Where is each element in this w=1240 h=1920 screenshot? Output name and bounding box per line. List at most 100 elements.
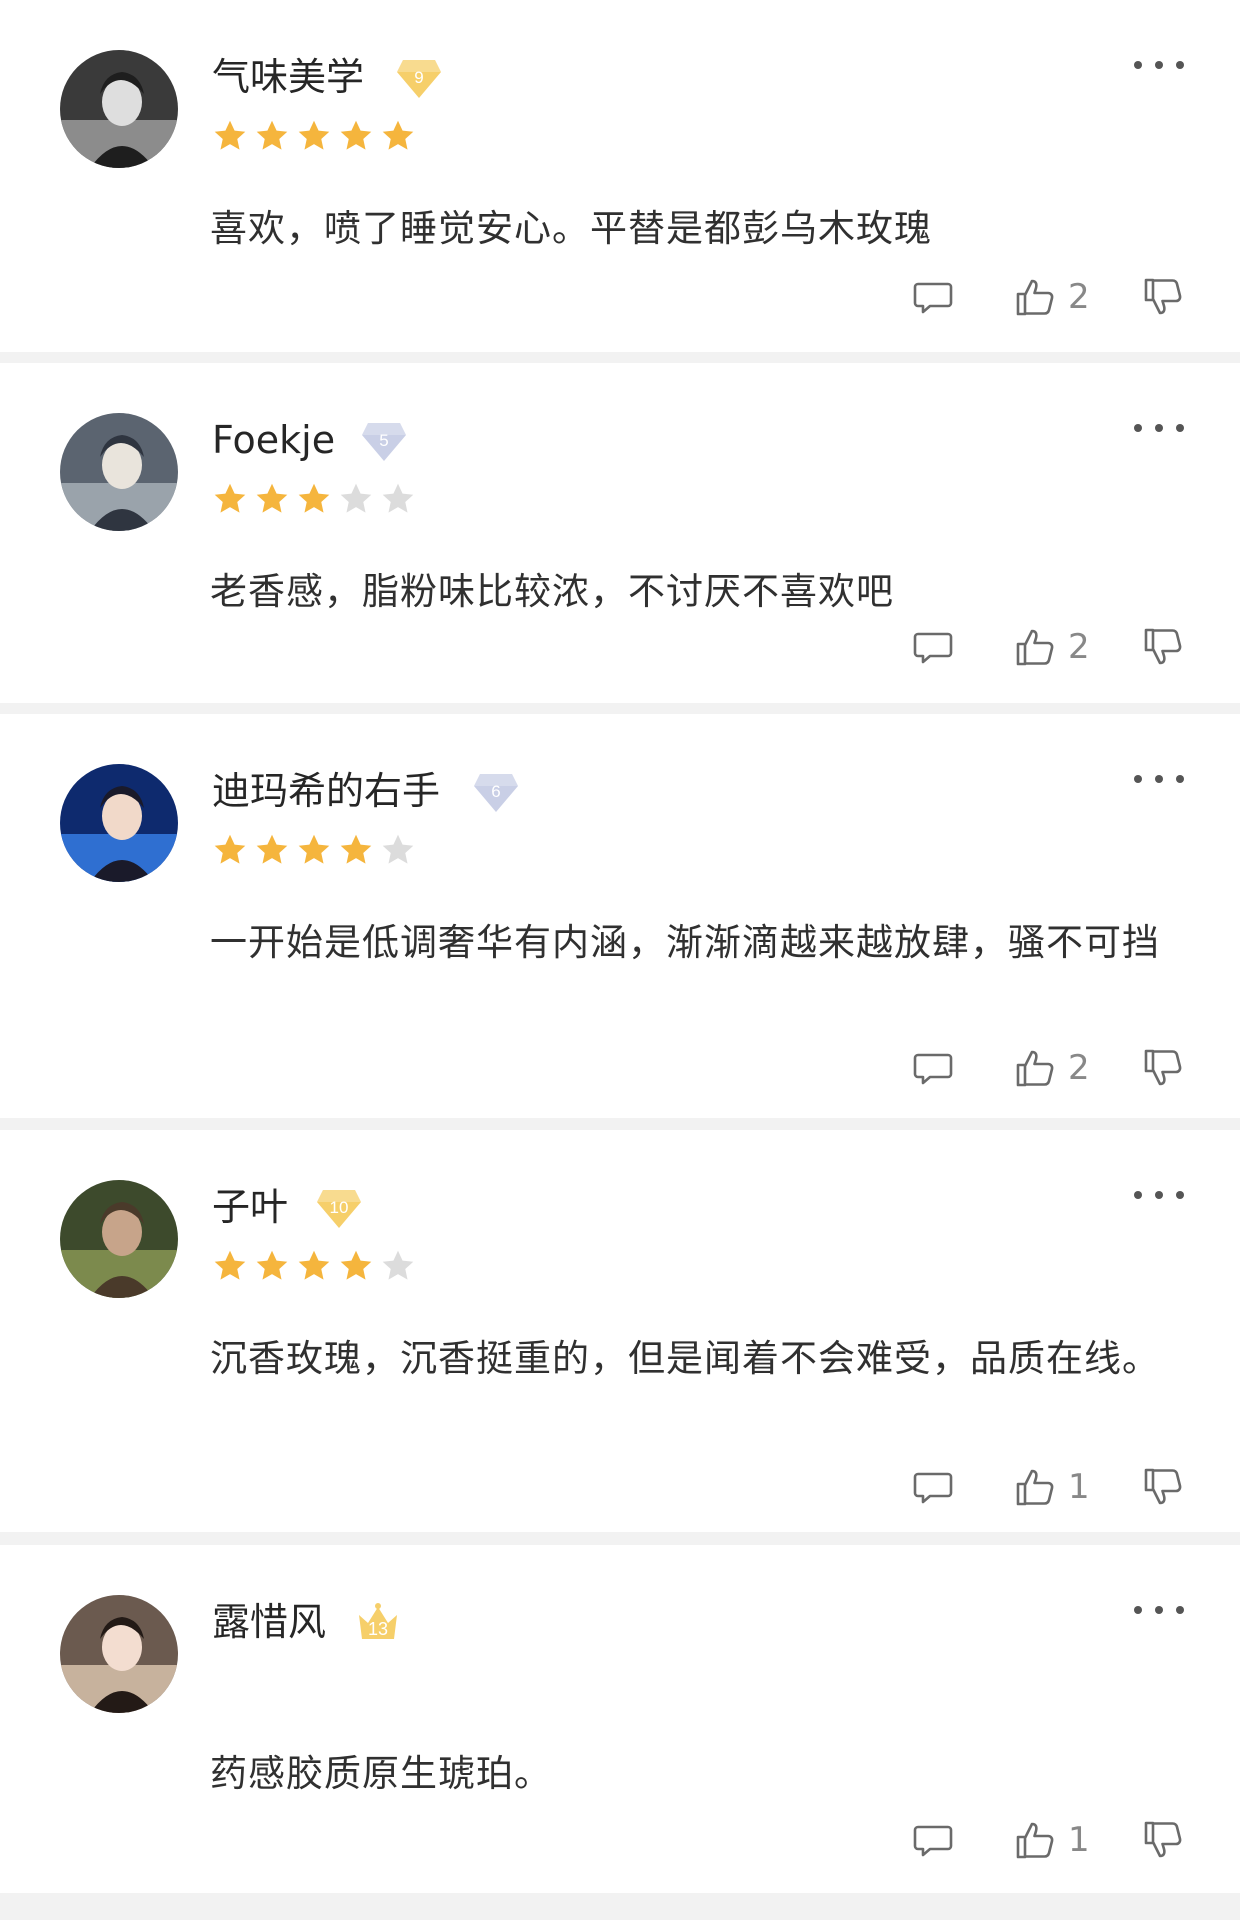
star-filled-icon [256,483,288,513]
thumbs-up-icon [1016,629,1054,666]
comment-icon [913,1825,953,1857]
level-badge-icon: 13 [354,1601,402,1645]
thumbs-down-icon [1144,1821,1182,1858]
level-number: 6 [491,782,500,801]
star-filled-icon [382,120,414,150]
dislike-button[interactable] [1142,626,1184,668]
comment-icon [913,1053,953,1085]
avatar[interactable] [60,1595,178,1713]
star-filled-icon [340,834,372,864]
more-dot [1134,1606,1142,1614]
level-badge-icon: 6 [472,770,520,814]
review-actions: 2 [912,622,1184,672]
more-options-button[interactable] [1134,1180,1184,1210]
star-filled-icon [214,834,246,864]
comment-button[interactable] [912,626,954,668]
like-button[interactable]: 2 [1014,1047,1092,1089]
more-options-button[interactable] [1134,764,1184,794]
more-dot [1176,1606,1184,1614]
more-dot [1134,61,1142,69]
username[interactable]: 子叶 [212,1182,288,1232]
like-button[interactable]: 2 [1014,276,1092,318]
star-filled-icon [214,483,246,513]
comment-button[interactable] [912,276,954,318]
like-count: 2 [1068,277,1090,317]
comment-button[interactable] [912,1466,954,1508]
username[interactable]: 气味美学 [212,52,364,102]
more-options-button[interactable] [1134,413,1184,443]
username[interactable]: 露惜风 [212,1597,326,1647]
level-badge-icon: 10 [315,1186,363,1230]
like-count: 2 [1068,1048,1090,1088]
review-text: 沉香玫瑰，沉香挺重的，但是闻着不会难受，品质在线。 [210,1337,1160,1380]
more-options-button[interactable] [1134,50,1184,80]
star-filled-icon [256,120,288,150]
level-number: 10 [330,1198,349,1217]
more-dot [1155,775,1163,783]
thumbs-down-icon [1144,1049,1182,1086]
rating-stars [212,118,416,158]
like-count: 1 [1068,1820,1090,1860]
avatar[interactable] [60,50,178,168]
comment-icon [913,632,953,664]
more-dot [1155,61,1163,69]
star-empty-icon [382,483,414,513]
avatar[interactable] [60,1180,178,1298]
level-number: 9 [414,68,423,87]
like-button[interactable]: 1 [1014,1819,1092,1861]
review-text: 喜欢，喷了睡觉安心。平替是都彭乌木玫瑰 [210,207,932,250]
dislike-button[interactable] [1142,1047,1184,1089]
comment-button[interactable] [912,1047,954,1089]
avatar[interactable] [60,764,178,882]
dislike-button[interactable] [1142,276,1184,318]
more-dot [1176,775,1184,783]
like-count: 1 [1068,1467,1090,1507]
comment-icon [913,282,953,314]
review-text: 老香感，脂粉味比较浓，不讨厌不喜欢吧 [210,570,894,613]
dislike-button[interactable] [1142,1819,1184,1861]
more-dot [1155,1191,1163,1199]
username[interactable]: 迪玛希的右手 [212,766,440,816]
comment-icon [913,1472,953,1504]
rating-stars [212,1248,416,1288]
more-dot [1134,1191,1142,1199]
username[interactable]: Foekje [212,415,335,465]
level-badge-icon: 5 [360,419,408,463]
star-filled-icon [214,120,246,150]
more-dot [1176,61,1184,69]
review-card: 迪玛希的右手 6 一开始是低调奢华有内涵，渐渐滴越来越放肆，骚不可挡 2 [0,714,1240,1118]
review-actions: 2 [912,1043,1184,1093]
star-filled-icon [256,834,288,864]
star-filled-icon [298,120,330,150]
comment-button[interactable] [912,1819,954,1861]
review-card: 露惜风 13 药感胶质原生琥珀。 1 [0,1545,1240,1893]
star-filled-icon [298,483,330,513]
rating-stars [212,481,416,521]
thumbs-down-icon [1144,628,1182,665]
review-card: Foekje 5 老香感，脂粉味比较浓，不讨厌不喜欢吧 2 [0,363,1240,703]
thumbs-up-icon [1016,1822,1054,1859]
review-card: 子叶 10 沉香玫瑰，沉香挺重的，但是闻着不会难受，品质在线。 1 [0,1130,1240,1532]
star-filled-icon [214,1250,246,1280]
thumbs-up-icon [1016,1469,1054,1506]
star-filled-icon [298,1250,330,1280]
dislike-button[interactable] [1142,1466,1184,1508]
rating-stars [212,832,416,872]
more-dot [1134,775,1142,783]
more-dot [1176,1191,1184,1199]
review-actions: 2 [912,272,1184,322]
like-button[interactable]: 1 [1014,1466,1092,1508]
like-button[interactable]: 2 [1014,626,1092,668]
level-number: 5 [379,431,388,450]
review-actions: 1 [912,1815,1184,1865]
review-card: 气味美学 9 喜欢，喷了睡觉安心。平替是都彭乌木玫瑰 2 [0,0,1240,352]
review-list: 气味美学 9 喜欢，喷了睡觉安心。平替是都彭乌木玫瑰 2 Foekje 5 老香… [0,0,1240,1920]
thumbs-up-icon [1016,1050,1054,1087]
avatar[interactable] [60,413,178,531]
more-dot [1134,424,1142,432]
more-options-button[interactable] [1134,1595,1184,1625]
more-dot [1155,1606,1163,1614]
star-filled-icon [256,1250,288,1280]
level-badge-icon: 9 [395,56,443,100]
level-number: 13 [368,1619,388,1639]
